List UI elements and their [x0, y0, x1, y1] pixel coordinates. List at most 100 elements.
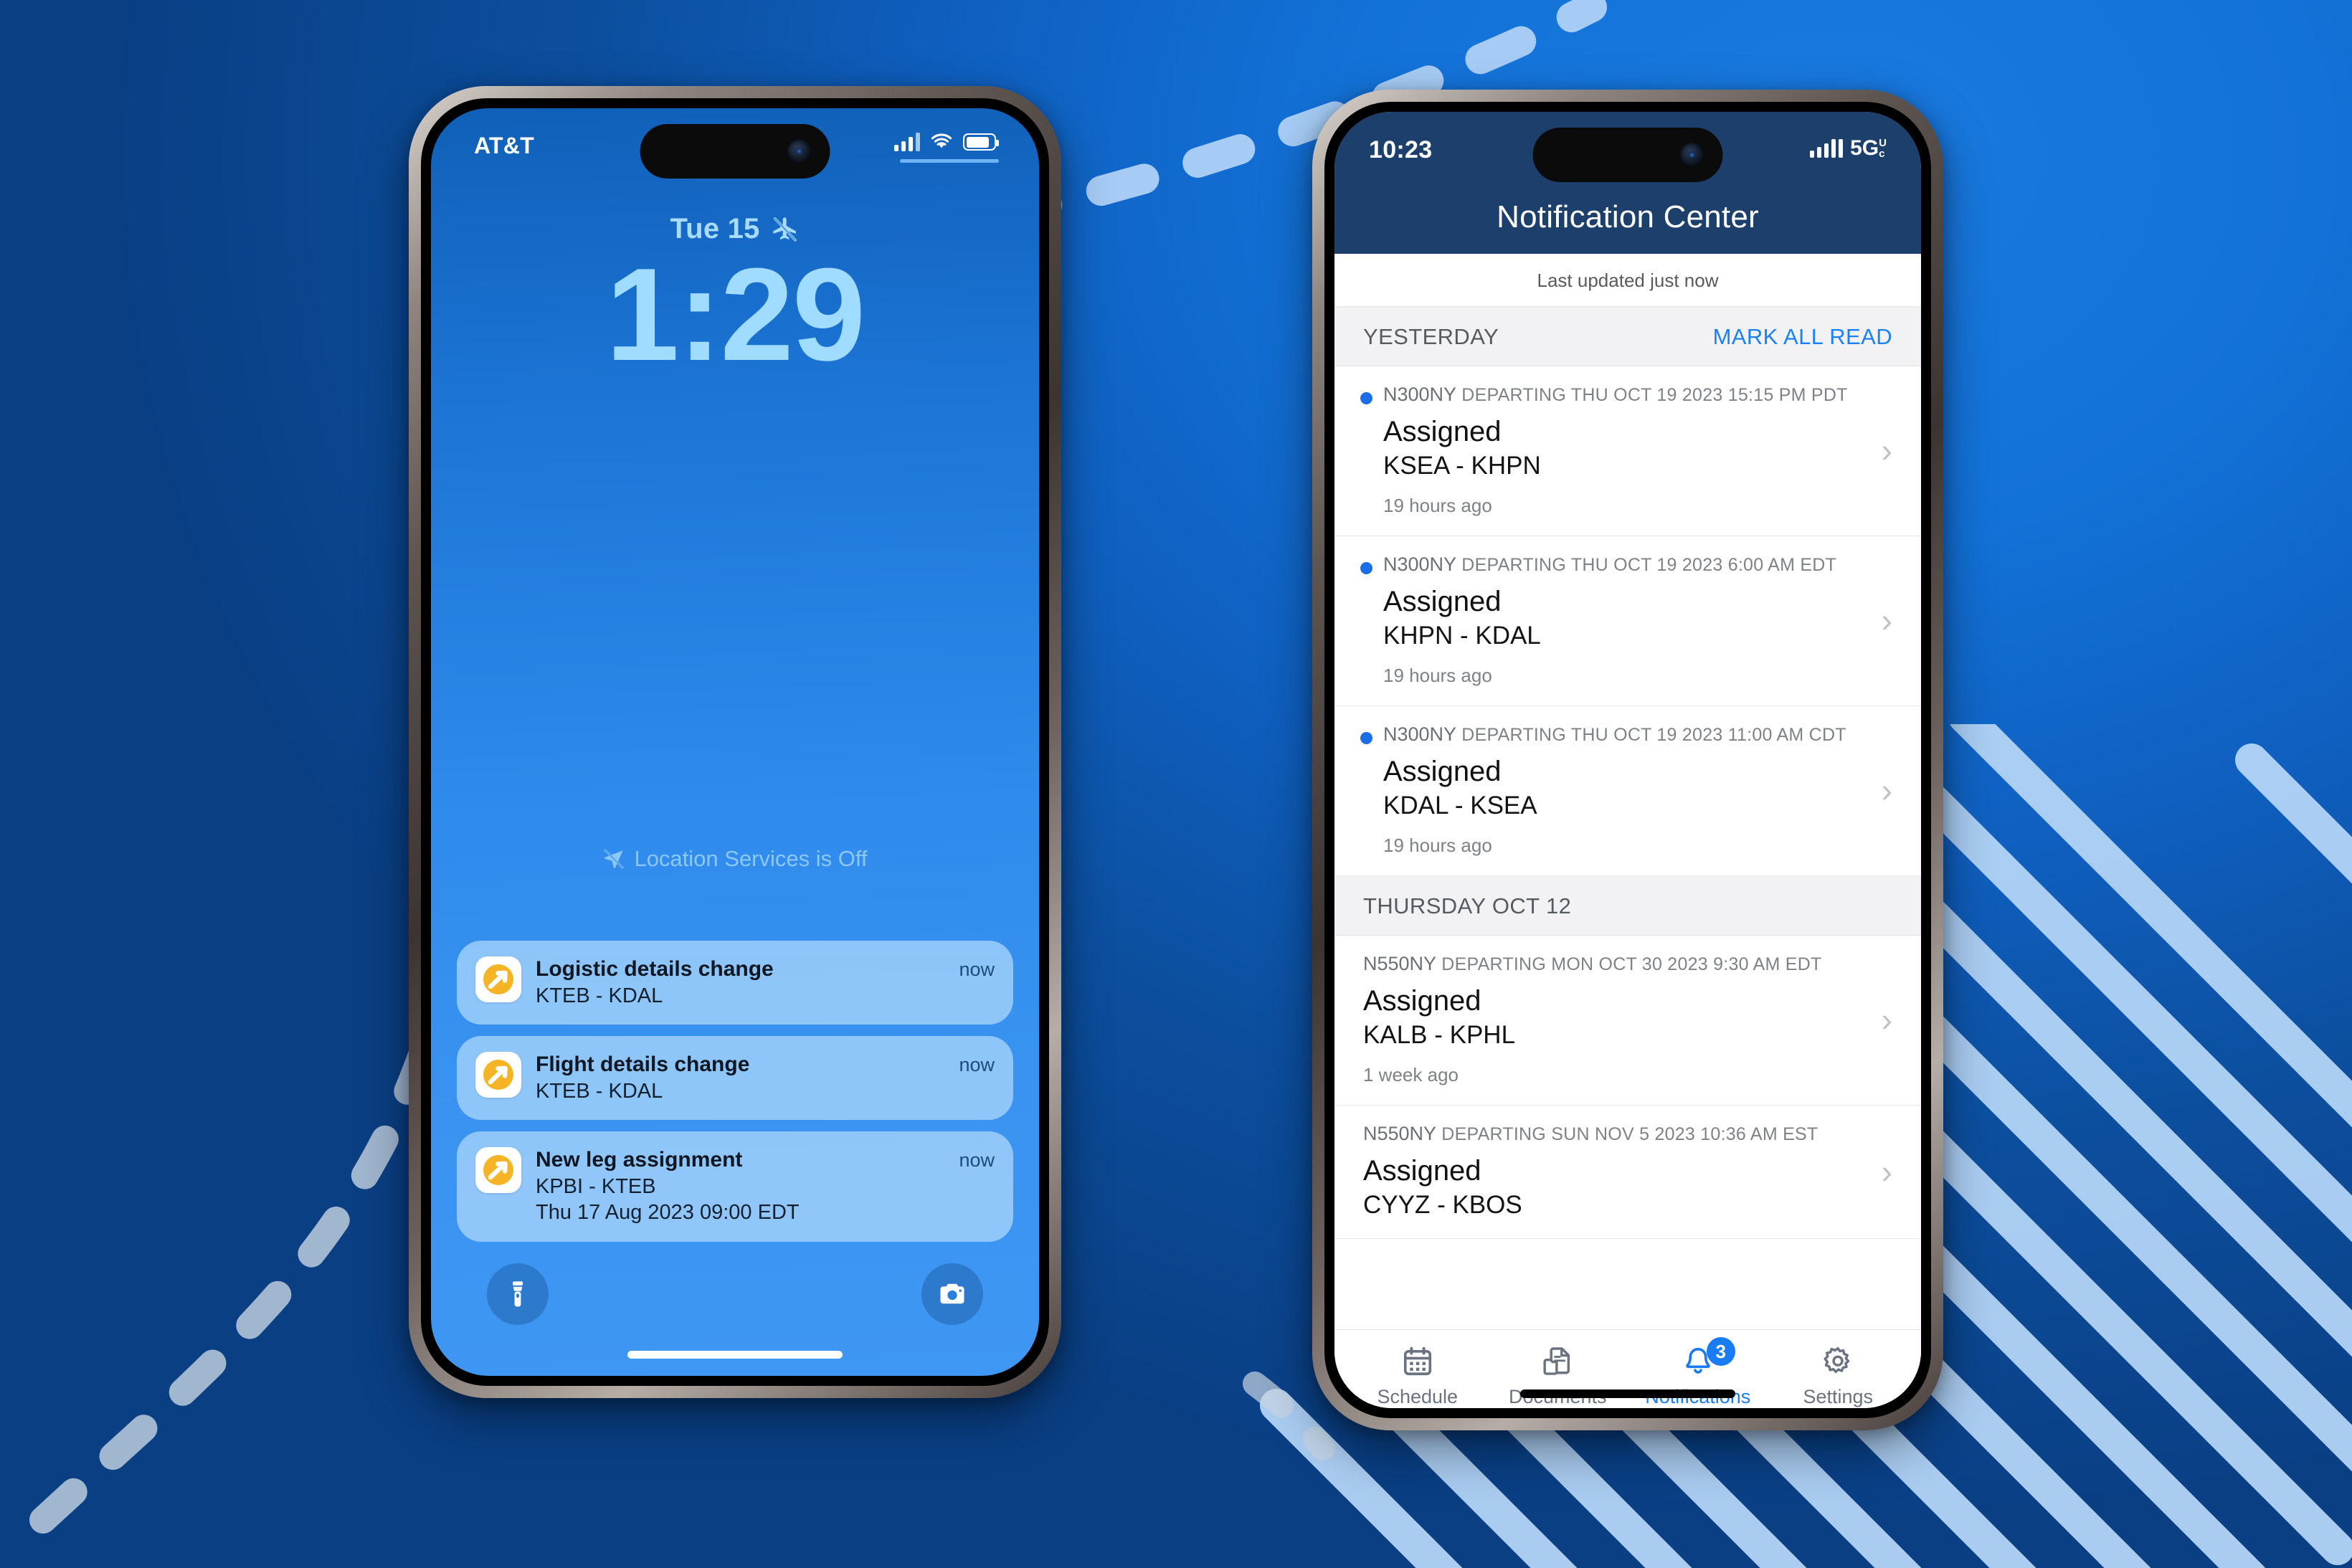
camera-icon [940, 1283, 964, 1304]
section-label: YESTERDAY [1363, 324, 1499, 349]
home-indicator[interactable] [1520, 1389, 1735, 1398]
notification-center-app: 10:23 5G U c Notification Center Last up… [1334, 112, 1921, 1408]
section-label: THURSDAY OCT 12 [1363, 893, 1572, 918]
phone-right-notification-center: 10:23 5G U c Notification Center Last up… [1312, 90, 1943, 1430]
unread-dot [1360, 392, 1372, 404]
notification-title: Logistic details change [536, 957, 774, 982]
tail-number: N550NY [1363, 1123, 1437, 1144]
tab-label: Settings [1803, 1386, 1874, 1407]
notification-time: now [959, 1054, 995, 1076]
lock-screen: AT&T Tue 15 1:29 Location Services is Of… [431, 108, 1039, 1376]
departing-info: DEPARTING THU OCT 19 2023 6:00 AM EDT [1461, 555, 1837, 575]
status-time: 10:23 [1369, 136, 1433, 163]
cellular-bars-icon [894, 133, 920, 151]
gear-icon [1824, 1346, 1850, 1374]
unread-dot [1360, 562, 1372, 574]
tab-schedule[interactable]: Schedule [1347, 1343, 1488, 1408]
wifi-icon [931, 133, 952, 148]
flashlight-icon [513, 1281, 523, 1307]
notification-list[interactable]: YESTERDAY MARK ALL READ N300NY DEPARTING… [1334, 307, 1921, 1408]
notification-status: Assigned [1383, 756, 1502, 787]
notification-detail: Thu 17 Aug 2023 09:00 EDT [536, 1201, 800, 1225]
departing-info: DEPARTING THU OCT 19 2023 11:00 AM CDT [1461, 725, 1846, 745]
network-sup: U [1879, 137, 1887, 149]
chevron-right-icon: › [1881, 1152, 1892, 1190]
camera-button[interactable] [921, 1263, 983, 1325]
notification-route: KSEA - KHPN [1383, 452, 1541, 480]
notification-age: 19 hours ago [1383, 665, 1492, 686]
section-header-yesterday: YESTERDAY MARK ALL READ [1334, 307, 1921, 366]
notification-route: CYYZ - KBOS [1363, 1191, 1522, 1219]
notification-age: 19 hours ago [1383, 495, 1492, 516]
chevron-right-icon: › [1881, 602, 1892, 639]
phone-left-lockscreen: AT&T Tue 15 1:29 Location Services is Of… [409, 86, 1061, 1398]
departing-info: DEPARTING THU OCT 19 2023 15:15 PM PDT [1461, 385, 1848, 405]
carrier-label: AT&T [474, 133, 535, 158]
notification-meta: N550NY DEPARTING MON OCT 30 2023 9:30 AM… [1363, 953, 1870, 975]
phone-left-screen: AT&T Tue 15 1:29 Location Services is Of… [431, 108, 1039, 1376]
tab-notifications[interactable]: 3 Notifications [1628, 1337, 1768, 1408]
unread-dot [1360, 732, 1372, 744]
departing-info: DEPARTING MON OCT 30 2023 9:30 AM EDT [1441, 954, 1822, 974]
network-type-label: 5G U c [1850, 136, 1887, 161]
documents-icon [1543, 1347, 1570, 1375]
tail-number: N300NY [1383, 553, 1457, 575]
notification-meta: N300NY DEPARTING THU OCT 19 2023 15:15 P… [1383, 384, 1870, 406]
tail-number: N300NY [1383, 384, 1457, 405]
notification-title: Flight details change [536, 1053, 750, 1077]
notification-row[interactable]: N300NY DEPARTING THU OCT 19 2023 6:00 AM… [1334, 536, 1921, 706]
lockscreen-quick-actions [431, 1263, 1039, 1325]
phone-left-bezel: AT&T Tue 15 1:29 Location Services is Of… [421, 98, 1049, 1386]
notification-time: now [959, 1149, 995, 1172]
location-services-notice: Location Services is Off [431, 846, 1039, 872]
notification-status: Assigned [1363, 985, 1481, 1017]
chevron-right-icon: › [1881, 771, 1892, 809]
lockscreen-notification-card[interactable]: New leg assignment KPBI - KTEB Thu 17 Au… [457, 1131, 1013, 1242]
notification-row[interactable]: N300NY DEPARTING THU OCT 19 2023 11:00 A… [1334, 706, 1921, 876]
notification-route: KHPN - KDAL [1383, 622, 1541, 650]
tail-number: N300NY [1383, 723, 1457, 745]
departing-info: DEPARTING SUN NOV 5 2023 10:36 AM EST [1441, 1124, 1818, 1144]
network-sub: c [1879, 148, 1885, 160]
home-indicator[interactable] [627, 1351, 843, 1359]
phone-right-screen: 10:23 5G U c Notification Center Last up… [1334, 112, 1921, 1408]
notification-status: Assigned [1383, 416, 1502, 447]
location-services-label: Location Services is Off [634, 846, 868, 872]
statusbar-underline [900, 159, 999, 163]
lockscreen-notification-card[interactable]: Flight details change KTEB - KDAL now [457, 1036, 1013, 1121]
tail-number: N550NY [1363, 953, 1437, 974]
battery-icon [963, 133, 999, 151]
notification-row[interactable]: N550NY DEPARTING SUN NOV 5 2023 10:36 AM… [1334, 1106, 1921, 1239]
calendar-icon [1403, 1346, 1431, 1376]
notification-badge: 3 [1706, 1337, 1735, 1366]
section-header-thursday-oct-12: THURSDAY OCT 12 [1334, 876, 1921, 936]
chevron-right-icon: › [1881, 1001, 1892, 1038]
notification-route: KTEB - KDAL [536, 1079, 663, 1103]
flashlight-button[interactable] [487, 1263, 549, 1325]
arrow-circle-icon [475, 956, 521, 1003]
lockscreen-clock: 1:29 [605, 240, 866, 388]
page-title: Notification Center [1497, 199, 1759, 234]
arrow-circle-icon [475, 1052, 521, 1098]
notification-meta: N300NY DEPARTING THU OCT 19 2023 6:00 AM… [1383, 553, 1870, 576]
mark-all-read-button[interactable]: MARK ALL READ [1713, 324, 1892, 350]
notification-route: KPBI - KTEB [536, 1174, 656, 1198]
chevron-right-icon: › [1881, 432, 1892, 469]
location-slash-icon [604, 849, 624, 869]
arrow-circle-icon [475, 1147, 521, 1194]
lockscreen-notification-card[interactable]: Logistic details change KTEB - KDAL now [457, 941, 1013, 1025]
status-bar: 10:23 5G U c [1369, 136, 1887, 174]
phone-right-bezel: 10:23 5G U c Notification Center Last up… [1324, 102, 1931, 1418]
notification-route: KALB - KPHL [1363, 1021, 1516, 1049]
tab-settings[interactable]: Settings [1768, 1343, 1909, 1408]
notification-row[interactable]: N300NY DEPARTING THU OCT 19 2023 15:15 P… [1334, 366, 1921, 536]
notification-status: Assigned [1363, 1155, 1481, 1187]
lockscreen-status-bar: AT&T [431, 108, 1039, 183]
network-type-text: 5G [1850, 136, 1879, 160]
notification-meta: N550NY DEPARTING SUN NOV 5 2023 10:36 AM… [1363, 1123, 1870, 1145]
dashed-path-decoration [29, 0, 1607, 1534]
notification-row[interactable]: N550NY DEPARTING MON OCT 30 2023 9:30 AM… [1334, 936, 1921, 1106]
cellular-bars-icon [1810, 139, 1844, 158]
notification-age: 19 hours ago [1383, 835, 1492, 856]
tab-documents[interactable]: Documents [1488, 1343, 1628, 1408]
